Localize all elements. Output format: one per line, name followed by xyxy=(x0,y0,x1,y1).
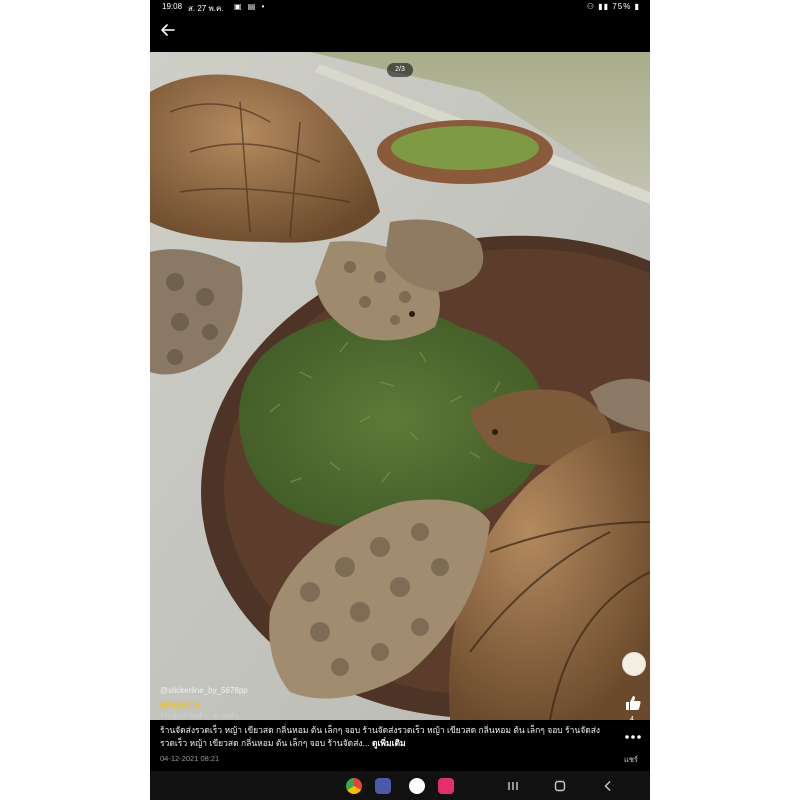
back-nav-icon[interactable] xyxy=(601,779,615,793)
status-right: ⚇ ▮▮ 75% ▮ xyxy=(587,2,640,11)
battery-level: 75% xyxy=(612,2,632,11)
share-button[interactable]: แชร์ xyxy=(624,754,638,766)
phone-screen: 19:08 ส. 27 พ.ค. ▣ ▤ • ⚇ ▮▮ 75% ▮ 2/3 @s… xyxy=(150,0,650,800)
notification-icons: ▣ ▤ • xyxy=(234,2,267,11)
see-more-link[interactable]: ดูเพิ่มเติม xyxy=(372,738,406,748)
back-arrow-icon[interactable] xyxy=(158,20,178,40)
seller-username[interactable]: @stickerline_by_5678pp xyxy=(160,686,248,695)
instagram-app-icon[interactable] xyxy=(438,778,454,794)
app-grid-icon[interactable] xyxy=(375,778,391,794)
post-photo[interactable]: 2/3 @stickerline_by_5678pp ดูข้อมูลร้าน … xyxy=(150,52,650,720)
home-icon[interactable] xyxy=(553,779,567,793)
shop-badge[interactable]: ดูข้อมูลร้าน xyxy=(160,698,200,711)
image-page-counter: 2/3 xyxy=(387,63,413,77)
more-options-icon[interactable] xyxy=(624,733,642,741)
recent-apps-icon[interactable] xyxy=(506,779,520,793)
like-count: 4 xyxy=(630,716,634,720)
signal-icon: ⚇ ▮▮ xyxy=(586,2,610,11)
battery-icon: ▮ xyxy=(634,2,640,11)
android-nav-bar xyxy=(150,771,650,800)
chrome-app-icon[interactable] xyxy=(346,778,362,794)
capcut-app-icon[interactable] xyxy=(409,778,425,794)
thumbs-up-icon[interactable] xyxy=(624,694,642,712)
status-bar: 19:08 ส. 27 พ.ค. ▣ ▤ • ⚇ ▮▮ 75% ▮ xyxy=(150,0,650,14)
tortoise-photo xyxy=(150,52,650,720)
post-date: 04-12-2021 08:21 xyxy=(160,754,220,763)
post-caption: ร้านจัดส่งรวดเร็ว หญ้า เขียวสด กลิ่นหอม … xyxy=(160,724,620,750)
top-bar xyxy=(150,14,650,52)
status-time: 19:08 xyxy=(162,2,183,11)
shop-avatar[interactable] xyxy=(622,652,646,676)
shop-meta: ร้านจัดส่งสินค้า · ขายแล้ว xyxy=(160,713,239,720)
